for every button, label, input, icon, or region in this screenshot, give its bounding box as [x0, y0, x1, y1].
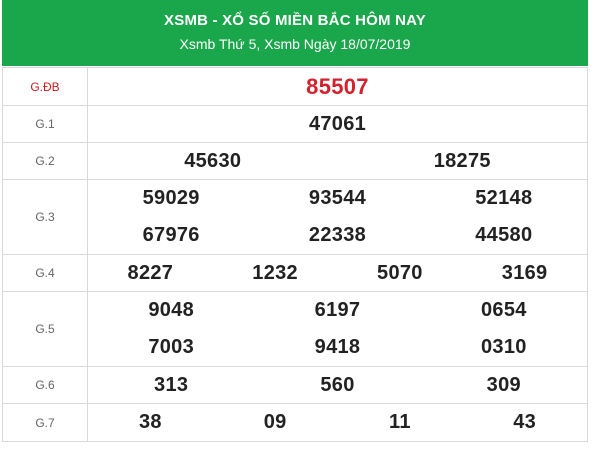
- prize-cell: 9048 6197 0654 7003 9418 0310: [87, 291, 588, 367]
- prize-label-special: G.ĐB: [2, 67, 88, 106]
- prize-number: 18275: [433, 149, 491, 172]
- prize-row-g7: G.7 38 09 11 43: [2, 403, 588, 442]
- results-header: XSMB - XỔ SỐ MIỀN BẮC HÔM NAY Xsmb Thứ 5…: [2, 0, 588, 66]
- prize-number: 7003: [148, 336, 195, 358]
- prize-label-g4: G.4: [2, 254, 88, 292]
- prize-row-g6: G.6 313 560 309: [2, 366, 588, 404]
- prize-row-g2: G.2 45630 18275: [2, 142, 588, 180]
- prize-numbers: 313 560 309: [88, 374, 587, 397]
- prize-cell: 313 560 309: [87, 366, 588, 404]
- prize-label-g1: G.1: [2, 105, 88, 143]
- prize-cell: 38 09 11 43: [87, 403, 588, 442]
- prize-row-g1: G.1 47061: [2, 105, 588, 143]
- prize-number: 22338: [308, 224, 367, 246]
- prize-label-g6: G.6: [2, 366, 88, 404]
- prize-row-g5: G.5 9048 6197 0654 7003 9418 0310: [2, 291, 588, 367]
- prize-cell: 47061: [87, 105, 588, 143]
- prize-numbers: 9048 6197 0654: [88, 292, 587, 329]
- prize-number: 38: [138, 411, 162, 433]
- prize-label-g7: G.7: [2, 403, 88, 442]
- prize-number: 44580: [475, 224, 533, 246]
- prize-number: 560: [320, 373, 355, 396]
- prize-number: 9418: [314, 336, 361, 358]
- prize-number: 5070: [377, 261, 423, 284]
- prize-number: 47061: [308, 112, 367, 135]
- prize-numbers: 38 09 11 43: [88, 411, 587, 434]
- prize-label-g5: G.5: [2, 291, 88, 367]
- prize-row-g4: G.4 8227 1232 5070 3169: [2, 254, 588, 292]
- results-widget: XSMB - XỔ SỐ MIỀN BẮC HÔM NAY Xsmb Thứ 5…: [0, 0, 590, 450]
- prize-number: 309: [486, 373, 521, 396]
- prize-numbers: 8227 1232 5070 3169: [88, 262, 587, 285]
- special-prize-number: 85507: [306, 73, 369, 99]
- prize-number: 3169: [501, 261, 548, 284]
- prize-row-g3: G.3 59029 93544 52148 67976 22338 44580: [2, 179, 588, 255]
- prize-cell: 59029 93544 52148 67976 22338 44580: [87, 179, 588, 255]
- prize-number: 8227: [127, 261, 174, 284]
- prize-number: 1232: [252, 261, 298, 284]
- header-title: XSMB - XỔ SỐ MIỀN BẮC HÔM NAY: [164, 12, 426, 29]
- prize-number: 11: [389, 411, 411, 433]
- prize-number: 59029: [142, 187, 200, 209]
- prize-numbers: 45630 18275: [88, 150, 587, 173]
- prize-cell: 45630 18275: [87, 142, 588, 180]
- prize-numbers: 7003 9418 0310: [88, 329, 587, 366]
- header-subtitle: Xsmb Thứ 5, Xsmb Ngày 18/07/2019: [179, 36, 411, 52]
- prize-number: 45630: [184, 149, 242, 172]
- prize-number: 0654: [480, 299, 527, 321]
- prize-cell: 85507: [87, 67, 588, 106]
- prize-number: 43: [513, 411, 537, 433]
- prize-number: 52148: [475, 187, 533, 209]
- prize-number: 09: [263, 411, 287, 433]
- prize-row-special: G.ĐB 85507: [2, 67, 588, 106]
- prize-cell: 8227 1232 5070 3169: [87, 254, 588, 292]
- prize-numbers: 59029 93544 52148: [88, 180, 587, 217]
- prize-number: 67976: [142, 224, 200, 246]
- prize-label-g2: G.2: [2, 142, 88, 180]
- prize-number: 6197: [314, 299, 361, 321]
- results-table: G.ĐB 85507 G.1 47061 G.2 45630 18275 G.3: [2, 67, 588, 442]
- prize-number: 93544: [308, 187, 367, 209]
- prize-number: 9048: [148, 299, 195, 321]
- prize-number: 0310: [480, 336, 527, 358]
- prize-number: 313: [154, 373, 189, 396]
- prize-numbers: 67976 22338 44580: [88, 217, 587, 254]
- prize-label-g3: G.3: [2, 179, 88, 255]
